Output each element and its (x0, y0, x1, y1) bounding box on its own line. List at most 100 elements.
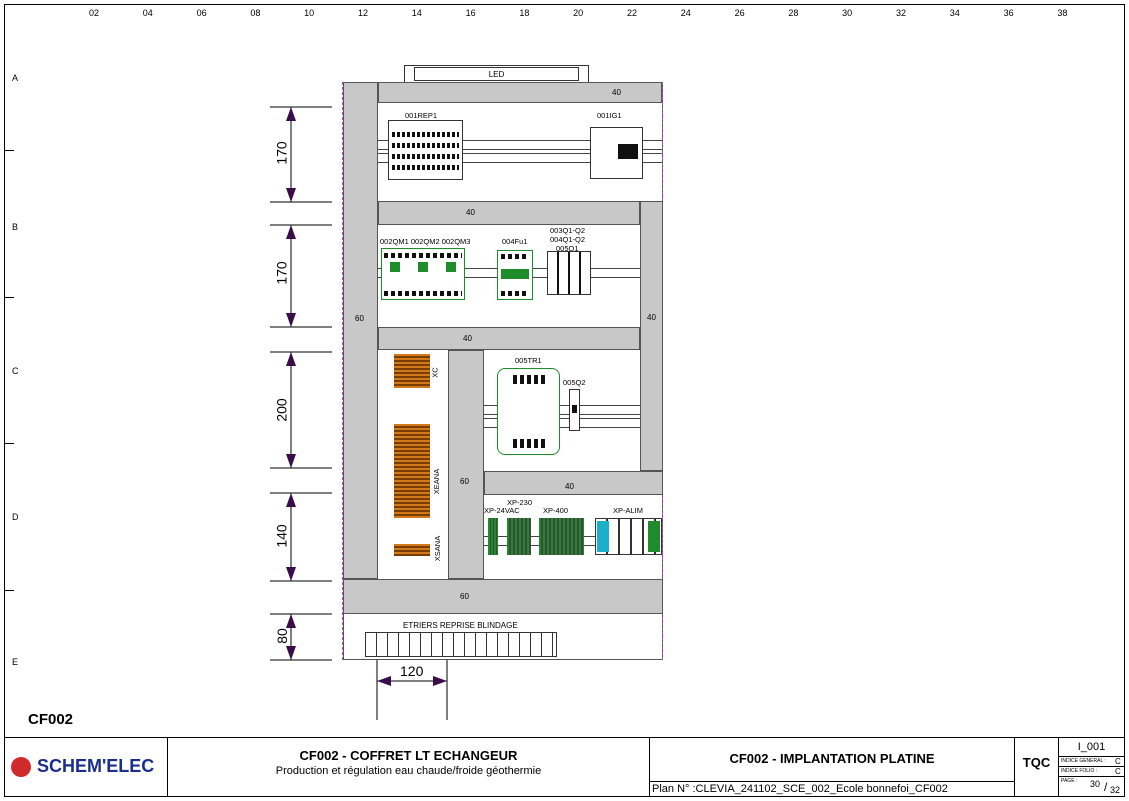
label-xsana: XSANA (433, 535, 443, 562)
column-number: 08 (250, 8, 261, 18)
column-number: 18 (519, 8, 530, 18)
column-number: 34 (949, 8, 960, 18)
row-letter-a: A (12, 73, 19, 83)
label-xp24: XP-24VAC (484, 506, 520, 515)
row-letter-c: C (12, 366, 19, 376)
label-ig1: 001IG1 (597, 111, 622, 120)
label-etriers: ETRIERS REPRISE BLINDAGE (403, 621, 518, 630)
duct-row2 (378, 201, 640, 225)
label-xpalim: XP-ALIM (613, 506, 644, 515)
column-number: 20 (573, 8, 584, 18)
terminals-xpalim (595, 518, 662, 555)
duct-mid-label: 60 (460, 477, 469, 486)
duct-bottom-label: 60 (460, 592, 469, 601)
indice-folio-value: C (1115, 767, 1121, 776)
transformer-tr1 (497, 368, 560, 455)
page-label: PAGE : (1061, 778, 1078, 784)
sheet-title: CF002 - IMPLANTATION PLATINE (729, 751, 935, 766)
terminal-block-xsana (394, 544, 430, 556)
motor-breakers-qm (381, 248, 465, 300)
terminals-xp230 (507, 518, 531, 555)
logo-icon (11, 757, 31, 777)
fuse-holder-fu1 (497, 250, 533, 300)
plan-number: Plan N° :CLEVIA_241102_SCE_002_Ecole bon… (652, 783, 948, 795)
label-qm: 002QM1 002QM2 002QM3 (380, 237, 471, 246)
column-number: 12 (357, 8, 368, 18)
column-number: 22 (626, 8, 637, 18)
row-letter-d: D (12, 512, 19, 522)
duct-row4-label: 40 (565, 482, 574, 491)
column-number: 14 (411, 8, 422, 18)
label-rep1: 001REP1 (405, 111, 438, 120)
terminals-xp400 (539, 518, 584, 555)
column-number: 10 (304, 8, 315, 18)
led-label: LED (414, 67, 579, 81)
title-cell: CF002 - COFFRET LT ECHANGEUR Production … (167, 737, 650, 797)
cabinet-id: CF002 (28, 711, 74, 728)
label-xp400: XP-400 (543, 506, 569, 515)
indice-general-label: INDICE GENERAL : (1061, 758, 1106, 764)
page-slash: / (1104, 780, 1108, 794)
row-letter-b: B (12, 222, 19, 232)
label-xc: XC (430, 367, 440, 378)
row-tick (4, 443, 14, 444)
duct-right (640, 201, 663, 471)
duct-top-label: 40 (612, 88, 621, 97)
duct-row3 (378, 327, 640, 350)
label-tr1: 005TR1 (515, 356, 542, 365)
index-value: I_001 (1077, 741, 1106, 753)
page-number: 30 (1090, 779, 1101, 789)
column-number: 30 (842, 8, 853, 18)
index-cell: I_001 (1058, 737, 1125, 757)
page-total: 32 (1110, 785, 1121, 795)
logo-text: SCHEM'ELEC (37, 756, 155, 776)
company-cell: TQC (1014, 737, 1059, 797)
duct-mid (448, 350, 484, 579)
duct-bottom (343, 579, 663, 614)
column-number: 38 (1057, 8, 1068, 18)
column-number: 36 (1003, 8, 1014, 18)
duct-left-label: 60 (355, 314, 364, 323)
duct-left (343, 82, 378, 579)
breaker-q52 (569, 389, 580, 431)
row-tick (4, 590, 14, 591)
dim-120: 120 (400, 663, 424, 679)
dim-200: 200 (273, 398, 290, 422)
sheet-title-cell: CF002 - IMPLANTATION PLATINE (649, 737, 1015, 782)
dim-140: 140 (273, 524, 290, 548)
column-number: 26 (734, 8, 745, 18)
terminal-block-xeana (394, 424, 430, 518)
label-q1: 003Q1-Q2 (550, 226, 586, 235)
document-subtitle: Production et régulation eau chaude/froi… (275, 765, 542, 777)
dim-170-b: 170 (273, 261, 290, 285)
duct-row2-label: 40 (466, 208, 475, 217)
company-code: TQC (1022, 755, 1051, 770)
column-number: 32 (895, 8, 906, 18)
dim-80: 80 (273, 628, 290, 644)
column-number: 24 (680, 8, 691, 18)
column-number: 02 (88, 8, 99, 18)
label-q2: 004Q1-Q2 (550, 235, 586, 244)
row-tick (4, 297, 14, 298)
column-number: 28 (788, 8, 799, 18)
indice-general-value: C (1115, 757, 1121, 766)
module-ig1 (590, 127, 643, 179)
column-number: 16 (465, 8, 476, 18)
column-number: 06 (196, 8, 207, 18)
label-xeana: XEANA (432, 468, 442, 495)
label-fu: 004Fu1 (502, 237, 528, 246)
row-letter-e: E (12, 657, 19, 667)
terminals-xp24 (488, 518, 498, 555)
indice-folio-label: INDICE FOLIO : (1061, 768, 1098, 774)
duct-right-label: 40 (647, 313, 656, 322)
label-q52: 005Q2 (563, 378, 586, 387)
relay-board-rep1 (388, 120, 463, 180)
breakers-q (547, 251, 591, 295)
shield-clamp-bar (365, 632, 557, 657)
dim-170-a: 170 (273, 141, 290, 165)
document-title: CF002 - COFFRET LT ECHANGEUR (299, 748, 518, 763)
page-cell: PAGE : 30 / 32 (1058, 776, 1125, 797)
row-tick (4, 150, 14, 151)
terminal-block-xc (394, 354, 430, 388)
plan-cell: Plan N° :CLEVIA_241102_SCE_002_Ecole bon… (649, 781, 1015, 797)
